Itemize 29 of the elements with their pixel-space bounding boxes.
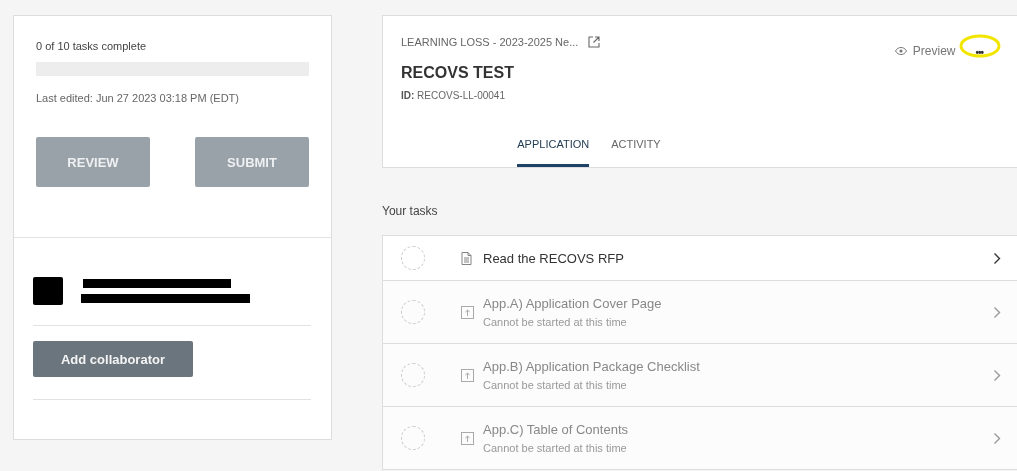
task-title: App.A) Application Cover Page xyxy=(483,296,663,311)
task-title: App.B) Application Package Checklist xyxy=(483,359,701,374)
upload-icon xyxy=(461,368,474,382)
highlight-ring xyxy=(959,34,1002,58)
task-status-note: Cannot be started at this time xyxy=(483,379,628,391)
chevron-right-icon xyxy=(993,305,1001,319)
progress-label: 0 of 10 tasks complete xyxy=(36,40,148,52)
task-status-note: Cannot be started at this time xyxy=(483,442,628,454)
external-link-icon[interactable] xyxy=(588,36,601,48)
chevron-right-icon xyxy=(993,431,1001,445)
task-title: Read the RECOVS RFP xyxy=(483,250,625,266)
preview-button[interactable]: Preview xyxy=(894,44,956,58)
avatar-placeholder xyxy=(33,277,63,305)
application-id: ID: RECOVS-LL-00041 xyxy=(401,90,506,101)
upload-icon xyxy=(461,431,474,445)
chevron-right-icon xyxy=(993,368,1001,382)
add-collaborator-button[interactable]: Add collaborator xyxy=(33,341,193,377)
eye-icon xyxy=(894,47,907,55)
tab[interactable]: APPLICATION xyxy=(517,138,590,167)
tab[interactable]: ACTIVITY xyxy=(611,138,661,167)
task-title: App.C) Table of Contents xyxy=(483,422,629,437)
document-icon xyxy=(461,251,472,265)
upload-icon xyxy=(461,305,474,319)
last-edited-text: Last edited: Jun 27 2023 03:18 PM (EDT) xyxy=(36,92,240,104)
program-link[interactable]: LEARNING LOSS - 2023-2025 Ne... xyxy=(401,36,579,48)
tasks-heading: Your tasks xyxy=(382,204,439,218)
chevron-right-icon xyxy=(993,251,1001,265)
application-title: RECOVS TEST xyxy=(401,64,515,82)
task-status-note: Cannot be started at this time xyxy=(483,316,628,328)
